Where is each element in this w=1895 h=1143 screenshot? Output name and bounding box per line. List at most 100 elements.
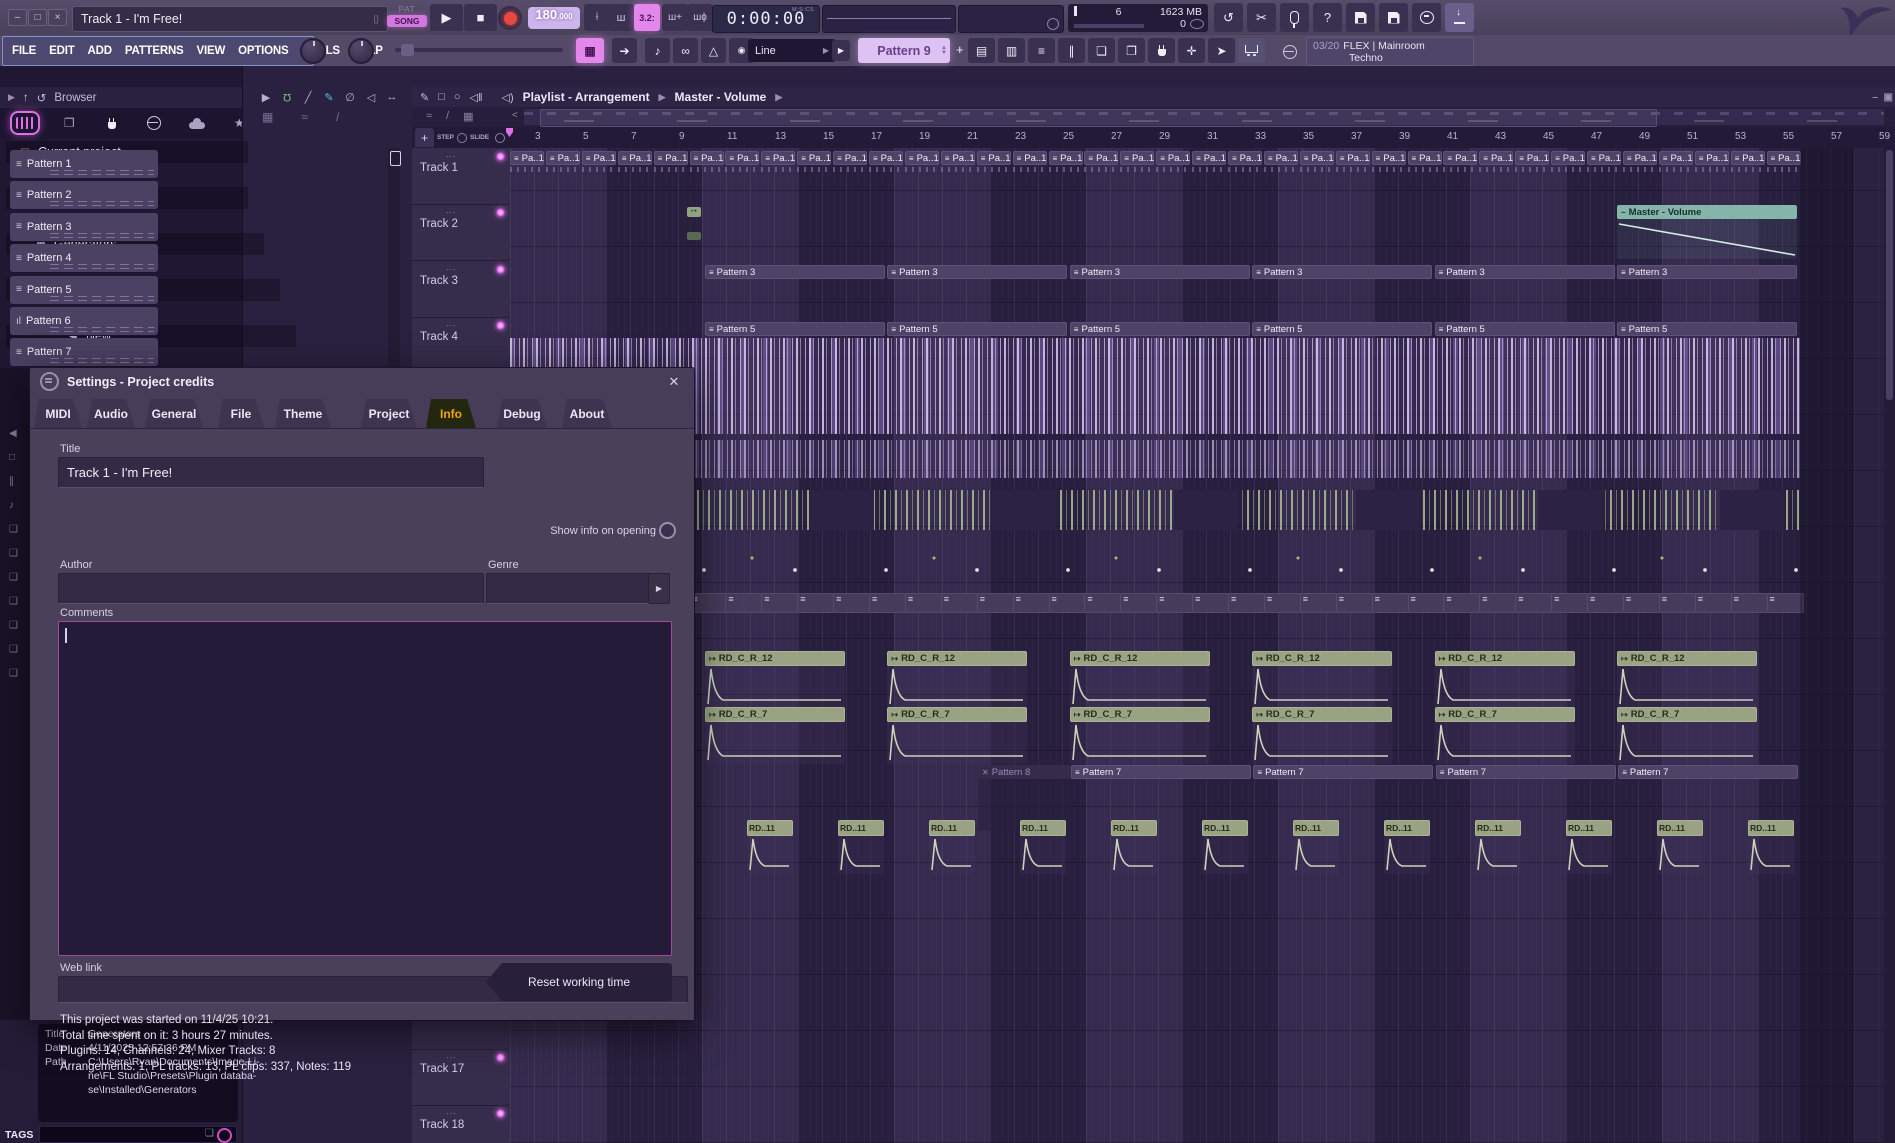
clip-tiny-pattern[interactable]: ≡: [1335, 593, 1373, 613]
clip-pattern1[interactable]: ≡ Pa..1: [797, 151, 832, 165]
clip-pattern1[interactable]: ≡ Pa..1: [1299, 151, 1334, 165]
track-mute-dot[interactable]: [496, 1052, 505, 1062]
clip-mini-marker[interactable]: ↦: [687, 207, 701, 217]
pattern-list-item[interactable]: ≡ Pattern 5: [10, 275, 158, 304]
main-volume-knob[interactable]: [300, 38, 326, 64]
folder-icon[interactable]: ❏: [9, 524, 18, 535]
panel-window-icons[interactable]: – ▣: [1872, 92, 1893, 103]
clip-pattern1[interactable]: ≡ Pa..1: [1012, 151, 1047, 165]
clip-pattern3[interactable]: ≡ Pattern 3: [887, 265, 1068, 279]
clip-pattern1[interactable]: ≡ Pa..1: [1263, 151, 1298, 165]
clip-rd-c-r-7[interactable]: ↦ RD_C_R_7: [705, 707, 845, 764]
clip-pattern5[interactable]: ≡ Pattern 5: [1252, 322, 1433, 336]
metronome-jar-icon[interactable]: ▯: [373, 14, 379, 25]
clip-rd-11[interactable]: RD..11: [1475, 820, 1521, 874]
track-mute-dot[interactable]: [496, 264, 505, 274]
tab-audio[interactable]: Audio: [87, 399, 135, 428]
playlist-icon[interactable]: ▤: [968, 38, 995, 63]
clip-mini-marker[interactable]: [687, 232, 701, 240]
pattern-list-item[interactable]: ≡ Pattern 4: [10, 244, 158, 273]
clip-master-volume[interactable]: ~ Master - Volume: [1617, 205, 1797, 259]
folder-icon[interactable]: ❏: [9, 596, 18, 607]
clip-pattern3[interactable]: ≡ Pattern 3: [705, 265, 885, 279]
clip-pattern1[interactable]: ≡ Pa..1: [1156, 151, 1191, 165]
shuffle-slider[interactable]: [395, 44, 563, 56]
save-icon[interactable]: [1346, 3, 1375, 32]
channel-rack-icon[interactable]: ≡: [1028, 38, 1055, 63]
clip-pattern5[interactable]: ≡ Pattern 5: [1617, 322, 1797, 336]
clip-pattern1[interactable]: ≡ Pa..1: [904, 151, 939, 165]
song-label[interactable]: SONG: [387, 15, 427, 27]
folder-icon[interactable]: ❏: [205, 1128, 214, 1139]
clip-rd-11[interactable]: RD..11: [1202, 820, 1248, 874]
folder-icon[interactable]: ❏: [9, 668, 18, 679]
clip-rd-11[interactable]: RD..11: [1384, 820, 1430, 874]
add-track-tab[interactable]: +: [415, 128, 434, 147]
pattern-selector[interactable]: Pattern 9 ▲ ▼: [858, 38, 950, 63]
pattern-menu-arrow-icon[interactable]: ▶: [832, 40, 850, 61]
web-icon[interactable]: [142, 113, 168, 133]
clip-rd-11[interactable]: RD..11: [929, 820, 975, 874]
clip-pattern1[interactable]: ≡ Pa..1: [1479, 151, 1514, 165]
track-grip[interactable]: ...: [446, 262, 457, 272]
close-icon[interactable]: ✕: [666, 374, 682, 390]
genre-dropdown-icon[interactable]: ▶: [648, 573, 670, 604]
clip-pattern1[interactable]: ≡ Pa..1: [1192, 151, 1227, 165]
track-mute-dot[interactable]: [496, 1109, 505, 1119]
dots-markers-band[interactable]: [510, 552, 1800, 586]
clip-pattern1[interactable]: ≡ Pa..1: [1551, 151, 1586, 165]
track-grip[interactable]: ...: [446, 318, 457, 328]
slider-thumb[interactable]: [401, 44, 414, 56]
add-pattern-button[interactable]: +: [956, 42, 964, 57]
clip-pattern1[interactable]: ≡ Pa..1: [545, 151, 580, 165]
folder-icon[interactable]: ❏: [9, 548, 18, 559]
speaker-icon[interactable]: ◁): [502, 91, 514, 104]
clip-tiny-pattern[interactable]: ≡: [1766, 593, 1804, 613]
menu-item-options[interactable]: OPTIONS: [238, 45, 289, 57]
mixer-strip-icon[interactable]: ∥: [9, 476, 14, 487]
mixer-icon[interactable]: ∥: [1058, 38, 1085, 63]
clip-pattern1[interactable]: ≡ Pa..1: [1515, 151, 1550, 165]
menu-item-add[interactable]: ADD: [88, 45, 113, 57]
menu-item-view[interactable]: VIEW: [197, 45, 226, 57]
pat-label[interactable]: PAT: [387, 4, 427, 14]
folder-icon[interactable]: ❏: [9, 572, 18, 583]
track-grip[interactable]: ...: [446, 205, 457, 215]
clip-rd-c-r-7[interactable]: ↦ RD_C_R_7: [887, 707, 1028, 764]
pattern-list-item[interactable]: ≡ Pattern 3: [10, 212, 158, 241]
clip-rd-11[interactable]: RD..11: [1657, 820, 1703, 874]
clip-tiny-pattern[interactable]: ≡: [1084, 593, 1122, 613]
stop-button[interactable]: ■: [464, 4, 497, 31]
clip-rd-c-r-7[interactable]: ↦ RD_C_R_7: [1617, 707, 1757, 764]
breadcrumb[interactable]: Playlist - Arrangement: [523, 90, 650, 104]
typing-to-piano-icon[interactable]: ▦: [576, 38, 604, 63]
track-header-4[interactable]: ... Track 4: [412, 317, 510, 374]
clip-tiny-pattern[interactable]: ≡: [1479, 593, 1517, 613]
note-icon[interactable]: ♪: [9, 500, 14, 511]
collapse-icon[interactable]: ▶: [8, 92, 15, 103]
mute-icon[interactable]: ◁: [361, 88, 381, 106]
clip-pattern7[interactable]: ≡ Pattern 7: [1253, 765, 1434, 779]
select-icon[interactable]: □: [438, 91, 445, 103]
multilink-icon[interactable]: шϕ: [687, 4, 713, 31]
clip-pattern1[interactable]: ≡ Pa..1: [725, 151, 760, 165]
pattern-spinner-icon[interactable]: ▲ ▼: [941, 45, 947, 56]
minimize-icon[interactable]: –: [8, 9, 27, 26]
main-pitch-knob[interactable]: [348, 38, 374, 64]
pattern-list-item[interactable]: ≡ Pattern 7: [10, 338, 158, 367]
magnet-icon[interactable]: Ω: [277, 88, 297, 106]
clip-tiny-pattern[interactable]: ≡: [1622, 593, 1660, 613]
clip-pattern1[interactable]: ≡ Pa..1: [1371, 151, 1406, 165]
shop-icon[interactable]: [1238, 38, 1265, 63]
clip-pattern1[interactable]: ≡ Pa..1: [833, 151, 868, 165]
clip-rd-11[interactable]: RD..11: [1566, 820, 1612, 874]
pattern-list-item[interactable]: ıl Pattern 6: [10, 307, 158, 335]
time-display[interactable]: M:S:CS 0:00:00: [712, 5, 820, 33]
clip-rd-11[interactable]: RD..11: [1293, 820, 1339, 874]
reset-working-time-button[interactable]: Reset working time: [486, 963, 672, 1001]
back-icon[interactable]: ↺: [37, 91, 47, 105]
step-edit-arrow-icon[interactable]: ➔: [612, 38, 637, 63]
plugin-icon[interactable]: [1148, 38, 1175, 63]
touch-icon[interactable]: ➤: [1208, 38, 1235, 63]
clip-tiny-pattern[interactable]: ≡: [1730, 593, 1768, 613]
